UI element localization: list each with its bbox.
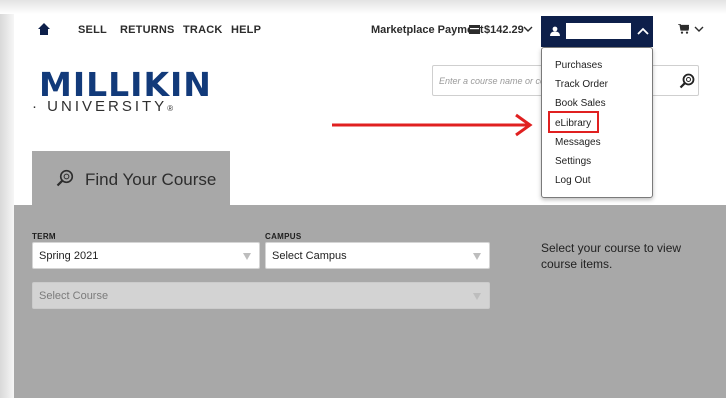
cart-icon[interactable]: [678, 24, 689, 34]
chevron-down-icon[interactable]: [523, 25, 533, 33]
term-select[interactable]: Spring 2021: [32, 242, 260, 269]
find-course-label: Find Your Course: [85, 170, 217, 189]
dropdown-triangle-icon: [473, 293, 481, 300]
menu-item-purchases[interactable]: Purchases: [555, 60, 602, 71]
course-hint-text: Select your course to view course items.: [541, 241, 682, 271]
home-icon[interactable]: [38, 23, 50, 35]
account-dropdown-menu: Purchases Track Order Book Sales eLibrar…: [541, 47, 653, 198]
logo[interactable]: MILLIKIN: [39, 68, 212, 101]
search-icon[interactable]: [679, 73, 695, 89]
elibrary-highlight-box: [548, 111, 599, 133]
term-value: Spring 2021: [39, 250, 99, 262]
redacted-username: [566, 23, 631, 39]
wallet-icon: [469, 25, 480, 34]
campus-select[interactable]: Select Campus: [265, 242, 490, 269]
campus-value: Select Campus: [272, 250, 347, 262]
marketplace-payment-label[interactable]: Marketplace Payment: [371, 24, 484, 36]
term-label: TERM: [32, 232, 56, 241]
chevron-down-icon[interactable]: [694, 25, 704, 33]
nav-sell-link[interactable]: SELL: [78, 24, 107, 36]
menu-item-log-out[interactable]: Log Out: [555, 175, 591, 186]
dropdown-triangle-icon: [243, 253, 251, 260]
top-nav: SELL RETURNS TRACK HELP Marketplace Paym…: [14, 14, 726, 47]
user-icon: [550, 26, 560, 36]
course-select[interactable]: Select Course: [32, 282, 490, 309]
page: SELL RETURNS TRACK HELP Marketplace Paym…: [14, 14, 726, 398]
menu-item-messages[interactable]: Messages: [555, 137, 601, 148]
menu-item-track-order[interactable]: Track Order: [555, 79, 608, 90]
nav-returns-link[interactable]: RETURNS: [120, 24, 175, 36]
menu-item-settings[interactable]: Settings: [555, 156, 591, 167]
course-selection-panel: TERM Spring 2021 CAMPUS Select Campus Se…: [14, 205, 726, 398]
marketplace-payment-amount[interactable]: $142.29: [484, 24, 524, 36]
find-icon: [56, 169, 74, 187]
account-button[interactable]: [541, 16, 653, 47]
dropdown-triangle-icon: [473, 253, 481, 260]
course-value: Select Course: [39, 290, 109, 302]
nav-track-link[interactable]: TRACK: [183, 24, 223, 36]
menu-item-book-sales[interactable]: Book Sales: [555, 98, 606, 109]
find-course-tab[interactable]: Find Your Course: [32, 151, 230, 205]
campus-label: CAMPUS: [265, 232, 302, 241]
chevron-up-icon: [637, 27, 649, 35]
screenshot-frame: SELL RETURNS TRACK HELP Marketplace Paym…: [0, 0, 726, 398]
nav-help-link[interactable]: HELP: [231, 24, 261, 36]
logo-subtitle: · UNIVERSITY®: [32, 98, 177, 115]
annotation-arrow: [332, 113, 533, 137]
